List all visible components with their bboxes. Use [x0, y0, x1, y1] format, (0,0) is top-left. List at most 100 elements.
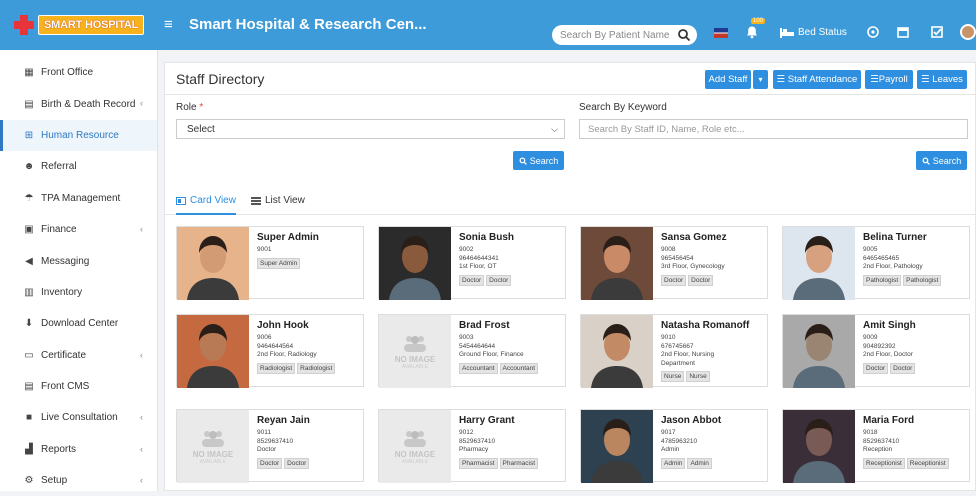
staff-detail-line: 8529637410	[257, 437, 294, 445]
role-badges: Nurse Nurse	[661, 371, 765, 382]
tab-card-view[interactable]: Card View	[176, 195, 236, 215]
bell-icon[interactable]	[745, 25, 759, 39]
staff-name[interactable]: Brad Frost	[459, 320, 563, 331]
calendar-icon[interactable]	[896, 25, 910, 39]
sidebar-item[interactable]: ▤ Birth & Death Record ‹	[0, 88, 157, 119]
staff-card[interactable]: NO IMAGE AVAILABLE Harry Grant 9012 85296374…	[378, 409, 566, 483]
users-icon	[404, 335, 426, 352]
role-badge: Doctor	[688, 274, 714, 286]
staff-name[interactable]: Maria Ford	[863, 415, 967, 426]
staff-attendance-button[interactable]: ☰ Staff Attendance	[773, 70, 861, 89]
payroll-button[interactable]: ☰ Payroll	[865, 70, 913, 89]
staff-photo[interactable]	[783, 410, 855, 483]
role-search-button[interactable]: Search	[513, 151, 564, 170]
staff-photo[interactable]	[379, 227, 451, 300]
staff-detail-line: 96464644341	[459, 254, 499, 262]
task-check-icon[interactable]	[930, 25, 944, 39]
staff-photo[interactable]	[177, 315, 249, 388]
user-avatar[interactable]	[960, 24, 976, 40]
staff-detail-line: 9010	[661, 334, 676, 341]
sidebar-item[interactable]: ▟ Reports ‹	[0, 434, 157, 465]
staff-name[interactable]: Amit Singh	[863, 320, 967, 331]
sidebar-item[interactable]: ▥ Inventory	[0, 277, 157, 308]
staff-card[interactable]: Super Admin 9001 Super Admin	[176, 226, 364, 300]
sidebar-item[interactable]: ▣ Finance ‹	[0, 214, 157, 245]
staff-photo[interactable]	[177, 227, 249, 300]
patient-search-input[interactable]: Search By Patient Name	[552, 25, 697, 45]
role-badges: Doctor Doctor	[459, 274, 563, 286]
staff-info: Brad Frost 9003 5454464644 Ground Floor, Fi…	[459, 320, 563, 374]
staff-card[interactable]: NO IMAGE AVAILABLE Reyan Jain 9011 852963741…	[176, 409, 364, 483]
menu-toggle-icon[interactable]: ≡	[164, 16, 173, 33]
whatsapp-icon[interactable]	[866, 25, 880, 39]
add-staff-dropdown-icon[interactable]: ▾	[753, 70, 768, 89]
staff-name[interactable]: Super Admin	[257, 232, 361, 243]
staff-name[interactable]: Jason Abbot	[661, 415, 765, 426]
staff-card[interactable]: Belina Turner 9005 6465465465 2nd Floor, Pa…	[782, 226, 970, 300]
role-badges: Pharmacist Pharmacist	[459, 457, 563, 469]
staff-name[interactable]: Sonia Bush	[459, 232, 563, 243]
tab-card-view-label: Card View	[190, 195, 236, 206]
sidebar-item[interactable]: ◀ Messaging	[0, 245, 157, 276]
top-navbar: SMART HOSPITAL ≡ Smart Hospital & Resear…	[0, 0, 976, 50]
staff-name[interactable]: Reyan Jain	[257, 415, 361, 426]
staff-name[interactable]: Sansa Gomez	[661, 232, 765, 243]
role-select[interactable]: Select ⌵	[176, 119, 565, 139]
no-image-placeholder[interactable]: NO IMAGE AVAILABLE	[177, 410, 249, 483]
staff-info: Maria Ford 9018 8529637410 Reception Recepti…	[863, 415, 967, 469]
sidebar-item[interactable]: ☂ TPA Management	[0, 183, 157, 214]
sidebar-item[interactable]: ■ Live Consultation ‹	[0, 402, 157, 433]
staff-detail-line: 9017	[661, 429, 676, 436]
sidebar-item[interactable]: ⊞ Human Resource	[0, 119, 157, 152]
tab-list-view[interactable]: List View	[251, 195, 305, 206]
sidebar-item[interactable]: ⚙ Setup ‹	[0, 465, 157, 496]
staff-card[interactable]: Amit Singh 9009 904892392 2nd Floor, Doctor…	[782, 314, 970, 388]
certificate-icon: ▭	[24, 349, 34, 361]
staff-detail-line: 1st Floor, OT	[459, 263, 497, 270]
staff-card[interactable]: Jason Abbot 9017 4785963210 Admin Admin Admin	[580, 409, 768, 483]
staff-detail-line: 2nd Floor, Radiology	[257, 351, 317, 358]
staff-photo[interactable]	[581, 410, 653, 483]
staff-card[interactable]: Natasha Romanoff 9010 676745667 2nd Floor, …	[580, 314, 768, 388]
keyword-search-input[interactable]: Search By Staff ID, Name, Role etc...	[579, 119, 968, 139]
sidebar-item[interactable]: ▤ Front CMS	[0, 371, 157, 402]
staff-card[interactable]: John Hook 9006 9464644564 2nd Floor, Radiol…	[176, 314, 364, 388]
staff-info: Natasha Romanoff 9010 676745667 2nd Floor, …	[661, 320, 765, 382]
language-flag-icon[interactable]	[714, 28, 728, 38]
role-badge: Pathologist	[903, 274, 942, 286]
search-icon[interactable]	[677, 28, 691, 42]
no-image-subtitle: AVAILABLE	[401, 458, 429, 465]
staff-photo[interactable]	[581, 315, 653, 388]
staff-name[interactable]: Natasha Romanoff	[661, 320, 765, 331]
staff-name[interactable]: Harry Grant	[459, 415, 563, 426]
staff-card[interactable]: Maria Ford 9018 8529637410 Reception Recepti…	[782, 409, 970, 483]
staff-photo[interactable]	[783, 315, 855, 388]
sidebar-item[interactable]: ▭ Certificate ‹	[0, 340, 157, 371]
no-image-placeholder[interactable]: NO IMAGE AVAILABLE	[379, 315, 451, 388]
keyword-search-button[interactable]: Search	[916, 151, 967, 170]
staff-detail-line: 3rd Floor, Gynecology	[661, 263, 725, 270]
staff-portrait-icon	[187, 236, 239, 300]
role-badges: Doctor Doctor	[863, 362, 967, 374]
staff-name[interactable]: Belina Turner	[863, 232, 967, 243]
sidebar-item[interactable]: ▦ Front Office	[0, 57, 157, 88]
no-image-placeholder[interactable]: NO IMAGE AVAILABLE	[379, 410, 451, 483]
staff-portrait-icon	[591, 236, 643, 300]
role-badges: Pathologist Pathologist	[863, 274, 967, 286]
logo[interactable]: SMART HOSPITAL	[14, 14, 149, 36]
leaves-button[interactable]: ☰ Leaves	[917, 70, 967, 89]
staff-name[interactable]: John Hook	[257, 320, 361, 331]
cross-icon	[14, 15, 34, 35]
sidebar-item[interactable]: ☻ Referral	[0, 151, 157, 182]
staff-card[interactable]: NO IMAGE AVAILABLE Brad Frost 9003 545446464…	[378, 314, 566, 388]
staff-photo[interactable]	[581, 227, 653, 300]
sidebar-item-label: Human Resource	[41, 129, 119, 141]
sidebar-item[interactable]: ⬇ Download Center	[0, 308, 157, 339]
bed-status-button[interactable]: Bed Status	[780, 27, 847, 38]
staff-detail-line: 676745667	[661, 342, 694, 350]
staff-card[interactable]: Sansa Gomez 9008 965456454 3rd Floor, Gynec…	[580, 226, 768, 300]
staff-photo[interactable]	[783, 227, 855, 300]
role-badge: Receptionist	[906, 457, 949, 469]
staff-card[interactable]: Sonia Bush 9002 96464644341 1st Floor, OT Do…	[378, 226, 566, 300]
add-staff-button[interactable]: Add Staff	[705, 70, 751, 89]
